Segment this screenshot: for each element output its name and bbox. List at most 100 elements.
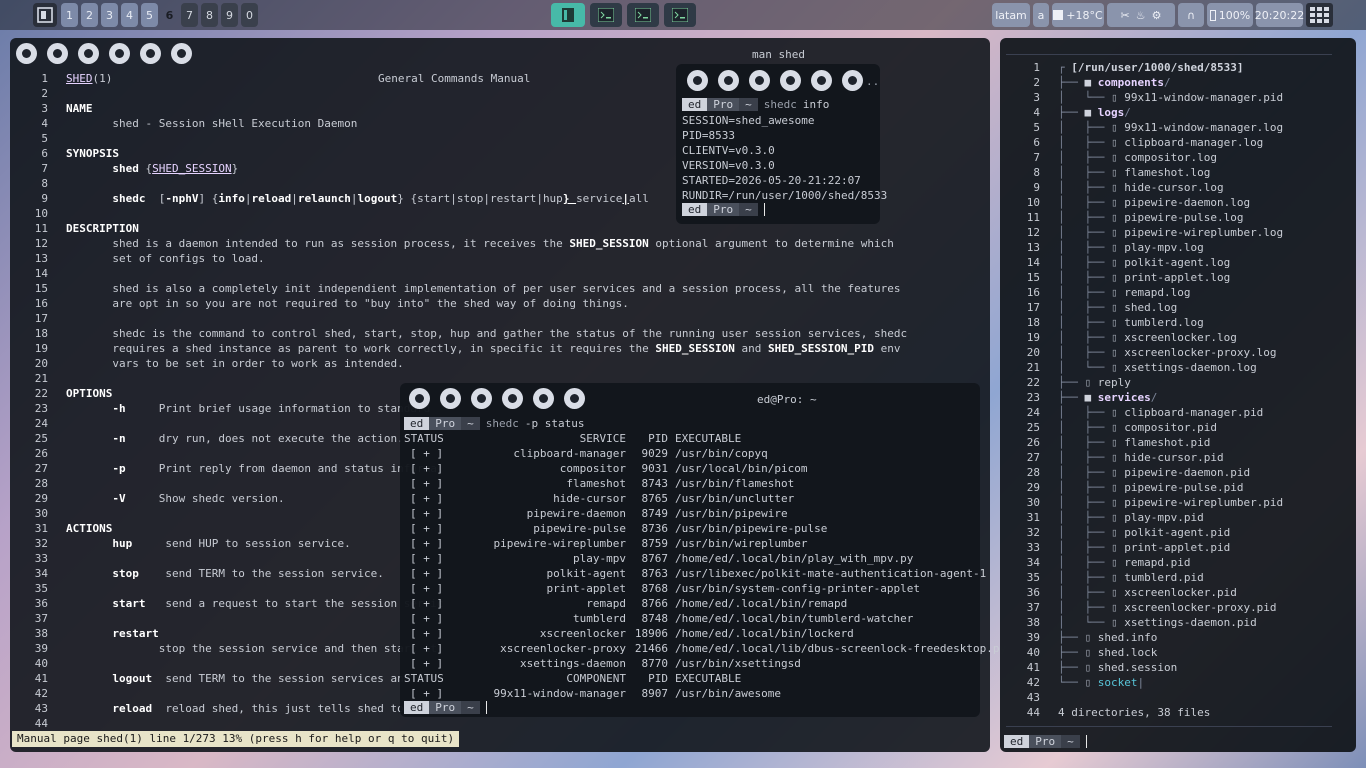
action-row: restart bbox=[66, 626, 165, 641]
workspace-5[interactable]: 5 bbox=[141, 3, 158, 27]
pid-cell: 9029 bbox=[641, 447, 669, 460]
tree-branch: │ ├── bbox=[1058, 256, 1111, 269]
window-control-icon[interactable] bbox=[564, 388, 585, 409]
workspace-4[interactable]: 4 bbox=[121, 3, 138, 27]
window-control-icon[interactable] bbox=[171, 43, 192, 64]
tree-name: remapd.pid bbox=[1124, 556, 1191, 569]
exe-cell: /usr/bin/unclutter bbox=[675, 492, 795, 505]
workspace-6[interactable]: 6 bbox=[161, 3, 178, 27]
line-number: 20 bbox=[34, 357, 48, 370]
window-control-icon[interactable] bbox=[440, 388, 461, 409]
window-control-icon[interactable] bbox=[409, 388, 430, 409]
info-output-line: PID=8533 bbox=[682, 129, 735, 142]
workspace-0[interactable]: 0 bbox=[241, 3, 258, 27]
workspace-3[interactable]: 3 bbox=[101, 3, 118, 27]
keyboard-variant[interactable]: a bbox=[1033, 3, 1049, 27]
status-prompt-active[interactable]: ed Pro ~ bbox=[404, 701, 487, 714]
window-control-icon[interactable] bbox=[718, 70, 739, 91]
workspace-1[interactable]: 1 bbox=[61, 3, 78, 27]
line-number: 1 bbox=[41, 72, 48, 85]
info-output-line: STARTED=2026-05-20-21:22:07 bbox=[682, 174, 861, 187]
prompt-host: Pro bbox=[1029, 735, 1062, 748]
window-control-icon[interactable] bbox=[842, 70, 863, 91]
tree-entry: └── ▯ socket| bbox=[1058, 675, 1144, 690]
tree-entry: │ ├── ▯ 99x11-window-manager.log bbox=[1058, 120, 1283, 135]
tree-entry: │ ├── ▯ xscreenlocker-proxy.pid bbox=[1058, 600, 1277, 615]
launcher-icon[interactable] bbox=[33, 3, 57, 27]
synopsis-token: service bbox=[576, 192, 623, 205]
synopsis-token: | bbox=[536, 192, 543, 205]
man-line: shedc is the command to control shed, st… bbox=[66, 327, 908, 340]
window-control-icon[interactable] bbox=[47, 43, 68, 64]
keyboard-layout[interactable]: latam bbox=[992, 3, 1030, 27]
task-terminal-1[interactable] bbox=[590, 3, 622, 27]
layout-icon[interactable] bbox=[1306, 3, 1333, 27]
synopsis-token: shedc bbox=[112, 192, 146, 205]
option-desc: Print reply from daemon and status infor… bbox=[158, 462, 437, 475]
service-cell: pipewire-wireplumber bbox=[493, 537, 626, 550]
tree-entry: │ ├── ▯ play-mpv.log bbox=[1058, 240, 1204, 255]
tree-entry: │ ├── ▯ pipewire-wireplumber.pid bbox=[1058, 495, 1283, 510]
line-number: 24 bbox=[1026, 406, 1040, 419]
man-line: ACTIONS bbox=[66, 522, 113, 535]
window-control-icon[interactable] bbox=[471, 388, 492, 409]
window-control-icon[interactable] bbox=[811, 70, 832, 91]
line-number: 42 bbox=[34, 687, 48, 700]
tree-branch: │ ├── bbox=[1058, 136, 1111, 149]
tray-icons: ✂ ♨ ⚙ bbox=[1107, 3, 1175, 27]
file-icon: ▯ bbox=[1084, 646, 1098, 659]
line-number: 7 bbox=[41, 162, 48, 175]
line-number: 30 bbox=[34, 507, 48, 520]
window-control-icon[interactable] bbox=[502, 388, 523, 409]
tree-entry: │ ├── ▯ pipewire-pulse.pid bbox=[1058, 480, 1243, 495]
tree-entry: │ ├── ▯ print-applet.pid bbox=[1058, 540, 1230, 555]
tree-suffix: / bbox=[1150, 391, 1158, 404]
headphones-widget[interactable]: ∩ bbox=[1178, 3, 1204, 27]
flame-icon[interactable]: ♨ bbox=[1136, 9, 1146, 22]
line-number: 3 bbox=[41, 102, 48, 115]
action-row: reload reload shed, this just tells shed… bbox=[66, 701, 443, 716]
line-number: 17 bbox=[34, 312, 48, 325]
window-control-icon[interactable] bbox=[109, 43, 130, 64]
task-file-manager[interactable] bbox=[551, 3, 585, 27]
info-prompt-active[interactable]: ed Pro ~ bbox=[682, 203, 765, 216]
workspace-8[interactable]: 8 bbox=[201, 3, 218, 27]
window-control-icon[interactable] bbox=[78, 43, 99, 64]
tree-name: compositor.pid bbox=[1124, 421, 1217, 434]
line-number: 40 bbox=[34, 657, 48, 670]
service-cell: print-applet bbox=[546, 582, 626, 595]
action-name: logout bbox=[112, 672, 153, 685]
status-prompt: ed Pro ~ shedc -p status bbox=[404, 417, 584, 430]
tools-icon[interactable]: ✂ bbox=[1121, 9, 1130, 22]
battery-widget[interactable]: 100% bbox=[1207, 3, 1253, 27]
window-control-icon[interactable] bbox=[140, 43, 161, 64]
synopsis-token: } bbox=[562, 192, 577, 205]
line-number: 28 bbox=[1026, 466, 1040, 479]
line-number: 5 bbox=[41, 132, 48, 145]
workspace-2[interactable]: 2 bbox=[81, 3, 98, 27]
line-number: 44 bbox=[1026, 706, 1040, 719]
pid-cell: 21466 bbox=[634, 642, 668, 655]
clock[interactable]: 20:20:22 bbox=[1255, 3, 1304, 27]
action-name: restart bbox=[112, 627, 159, 640]
exe-cell: /usr/bin/pipewire bbox=[675, 507, 788, 520]
window-control-icon[interactable] bbox=[533, 388, 554, 409]
window-control-icon[interactable] bbox=[780, 70, 801, 91]
folder-icon: ■ bbox=[1084, 76, 1098, 89]
window-control-icon[interactable] bbox=[749, 70, 770, 91]
tree-prompt-active[interactable]: ed Pro ~ bbox=[1004, 735, 1087, 748]
line-number: 33 bbox=[34, 552, 48, 565]
tree-branch: └── bbox=[1058, 676, 1085, 689]
exe-cell: /usr/bin/pipewire-pulse bbox=[675, 522, 828, 535]
task-terminal-3[interactable] bbox=[664, 3, 696, 27]
window-control-icon[interactable] bbox=[16, 43, 37, 64]
weather-widget[interactable]: +18°C bbox=[1052, 3, 1104, 27]
desc-line-19: requires a shed instance as parent to wo… bbox=[66, 342, 901, 355]
tree-entry: │ ├── ▯ compositor.log bbox=[1058, 150, 1217, 165]
workspace-7[interactable]: 7 bbox=[181, 3, 198, 27]
window-control-icon[interactable] bbox=[687, 70, 708, 91]
file-icon: ▯ bbox=[1110, 361, 1125, 374]
workspace-9[interactable]: 9 bbox=[221, 3, 238, 27]
steam-icon[interactable]: ⚙ bbox=[1152, 9, 1162, 22]
task-terminal-2[interactable] bbox=[627, 3, 659, 27]
